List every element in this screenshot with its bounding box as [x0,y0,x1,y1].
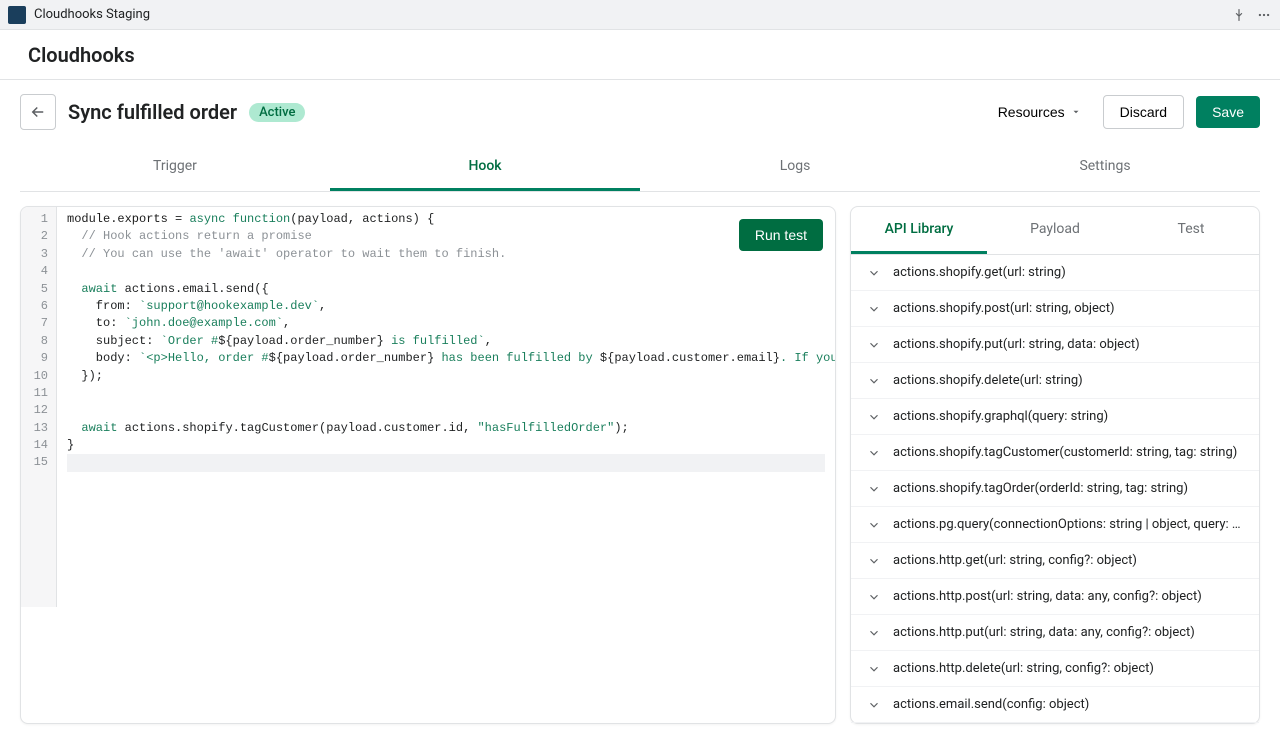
discard-button[interactable]: Discard [1103,95,1184,129]
tab-trigger[interactable]: Trigger [20,144,330,191]
chevron-down-icon [867,302,881,316]
main-tabs: Trigger Hook Logs Settings [20,144,1260,192]
api-item[interactable]: actions.shopify.delete(url: string) [851,363,1259,399]
line-gutter: 123456789101112131415 [21,207,57,607]
resources-label: Resources [998,104,1065,120]
app-top-bar: Cloudhooks Staging [0,0,1280,30]
api-item[interactable]: actions.http.post(url: string, data: any… [851,579,1259,615]
tab-api-library[interactable]: API Library [851,207,987,254]
api-item[interactable]: actions.http.get(url: string, config?: o… [851,543,1259,579]
api-item-label: actions.shopify.delete(url: string) [893,373,1083,388]
side-tabs: API Library Payload Test [851,207,1259,255]
chevron-down-icon [867,374,881,388]
api-item-label: actions.http.get(url: string, config?: o… [893,553,1137,568]
tab-logs[interactable]: Logs [640,144,950,191]
api-item[interactable]: actions.email.send(config: object) [851,687,1259,723]
api-item-label: actions.http.delete(url: string, config?… [893,661,1154,676]
status-badge: Active [249,103,305,122]
api-item[interactable]: actions.shopify.get(url: string) [851,255,1259,291]
save-button[interactable]: Save [1196,96,1260,128]
resources-dropdown[interactable]: Resources [988,96,1091,128]
chevron-down-icon [1071,107,1081,117]
app-icon [8,6,26,24]
back-button[interactable] [20,94,56,130]
side-panel: API Library Payload Test actions.shopify… [850,206,1260,724]
chevron-down-icon [867,482,881,496]
chevron-down-icon [867,446,881,460]
header-bar: Cloudhooks [0,30,1280,80]
chevron-down-icon [867,338,881,352]
api-item-label: actions.shopify.graphql(query: string) [893,409,1108,424]
page-title: Sync fulfilled order [68,100,237,124]
api-item-label: actions.email.send(config: object) [893,697,1089,712]
api-item-label: actions.shopify.tagCustomer(customerId: … [893,445,1237,460]
tab-test[interactable]: Test [1123,207,1259,254]
chevron-down-icon [867,266,881,280]
chevron-down-icon [867,518,881,532]
tab-payload[interactable]: Payload [987,207,1123,254]
run-test-button[interactable]: Run test [739,219,823,251]
api-item[interactable]: actions.http.delete(url: string, config?… [851,651,1259,687]
api-item[interactable]: actions.http.put(url: string, data: any,… [851,615,1259,651]
api-item-label: actions.shopify.tagOrder(orderId: string… [893,481,1188,496]
chevron-down-icon [867,554,881,568]
app-title: Cloudhooks Staging [34,7,150,22]
api-item[interactable]: actions.shopify.graphql(query: string) [851,399,1259,435]
api-item-label: actions.http.post(url: string, data: any… [893,589,1202,604]
api-item[interactable]: actions.shopify.tagCustomer(customerId: … [851,435,1259,471]
more-icon[interactable] [1256,8,1272,22]
page-toolbar: Sync fulfilled order Active Resources Di… [0,80,1280,144]
api-item-label: actions.http.put(url: string, data: any,… [893,625,1195,640]
api-item-label: actions.shopify.post(url: string, object… [893,301,1115,316]
api-item-label: actions.shopify.get(url: string) [893,265,1066,280]
brand-title: Cloudhooks [28,43,135,67]
tab-settings[interactable]: Settings [950,144,1260,191]
code-editor-panel: Run test 123456789101112131415 module.ex… [20,206,836,724]
api-item-label: actions.shopify.put(url: string, data: o… [893,337,1140,352]
chevron-down-icon [867,410,881,424]
api-item[interactable]: actions.shopify.tagOrder(orderId: string… [851,471,1259,507]
chevron-down-icon [867,698,881,712]
api-item-label: actions.pg.query(connectionOptions: stri… [893,517,1243,532]
api-item[interactable]: actions.shopify.put(url: string, data: o… [851,327,1259,363]
chevron-down-icon [867,662,881,676]
tab-hook[interactable]: Hook [330,144,640,191]
chevron-down-icon [867,590,881,604]
api-item[interactable]: actions.pg.query(connectionOptions: stri… [851,507,1259,543]
api-list: actions.shopify.get(url: string) actions.… [851,255,1259,723]
pin-icon[interactable] [1232,8,1246,22]
chevron-down-icon [867,626,881,640]
code-area[interactable]: module.exports = async function(payload,… [57,207,835,607]
api-item[interactable]: actions.shopify.post(url: string, object… [851,291,1259,327]
